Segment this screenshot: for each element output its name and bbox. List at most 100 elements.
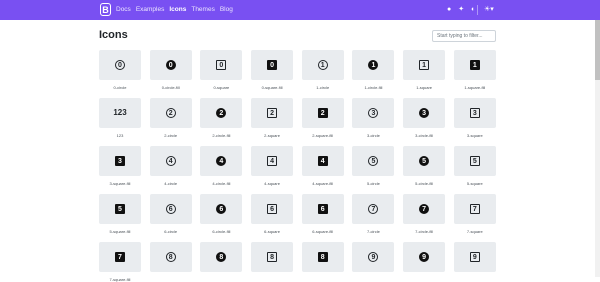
icon-tile[interactable]: 5 [352, 146, 395, 176]
twitter-icon[interactable]: ✦ [458, 5, 464, 15]
icon-card[interactable]: 4 4-square [251, 146, 294, 186]
theme-toggle[interactable]: ☀▾ [484, 5, 494, 15]
icon-tile[interactable]: 2 [301, 98, 344, 128]
icon-card[interactable]: 2 2-circle-fill [200, 98, 243, 138]
icon-card[interactable]: 6 6-circle [149, 194, 192, 234]
icon-tile[interactable]: 1 [301, 50, 344, 80]
icon-tile[interactable]: 7 [99, 242, 141, 272]
icon-card[interactable]: 7 7-circle [352, 194, 395, 234]
icon-tile[interactable]: 4 [251, 146, 294, 176]
icon-caption: 1-square-fill [464, 85, 486, 90]
opencollective-icon[interactable]: ◐ [471, 5, 475, 15]
icon-card[interactable]: 3 3-circle [352, 98, 395, 138]
icon-card[interactable]: 5 5-square-fill [99, 194, 141, 234]
icon-caption: 2-square-fill [312, 133, 334, 138]
icon-tile[interactable]: 0 [149, 50, 192, 80]
8-circle-icon: 8 [165, 252, 176, 262]
icon-tile[interactable]: 8 [301, 242, 344, 272]
icon-tile[interactable]: 2 [200, 98, 243, 128]
icon-tile[interactable]: 4 [301, 146, 344, 176]
icon-tile[interactable]: 9 [453, 242, 496, 272]
icon-card[interactable]: 1 1-circle [301, 50, 344, 90]
icon-card[interactable]: 1 1-square-fill [453, 50, 496, 90]
icon-tile[interactable]: 6 [301, 194, 344, 224]
icon-card[interactable]: 8 [301, 242, 344, 282]
icon-tile[interactable]: 0 [251, 50, 294, 80]
icon-card[interactable]: 1 1-circle-fill [352, 50, 395, 90]
icon-tile[interactable]: 123 [99, 98, 141, 128]
icon-tile[interactable]: 1 [352, 50, 395, 80]
icon-tile[interactable]: 5 [99, 194, 141, 224]
icon-card[interactable]: 0 0-circle [99, 50, 141, 90]
icon-tile[interactable]: 3 [403, 98, 446, 128]
nav-link-icons[interactable]: Icons [169, 4, 186, 16]
icon-card[interactable]: 123 123 [99, 98, 141, 138]
icon-tile[interactable]: 0 [200, 50, 243, 80]
icon-tile[interactable]: 2 [251, 98, 294, 128]
icon-card[interactable]: 2 2-circle [149, 98, 192, 138]
scrollbar-thumb[interactable] [595, 20, 600, 80]
icon-card[interactable]: 8 [251, 242, 294, 282]
nav-link-docs[interactable]: Docs [116, 4, 131, 16]
1-circle-fill-icon: 1 [368, 60, 379, 70]
icon-card[interactable]: 7 7-circle-fill [403, 194, 446, 234]
icon-caption: 6-square-fill [312, 229, 334, 234]
icon-tile[interactable]: 1 [403, 50, 446, 80]
icon-card[interactable]: 3 3-square-fill [99, 146, 141, 186]
icon-card[interactable]: 5 5-square [453, 146, 496, 186]
icon-card[interactable]: 2 2-square [251, 98, 294, 138]
icon-card[interactable]: 6 6-square [251, 194, 294, 234]
icon-card[interactable]: 0 0-square [200, 50, 243, 90]
icon-tile[interactable]: 1 [453, 50, 496, 80]
icon-card[interactable]: 4 4-circle [149, 146, 192, 186]
github-icon[interactable]: ● [447, 5, 451, 15]
icon-tile[interactable]: 2 [149, 98, 192, 128]
icon-tile[interactable]: 6 [200, 194, 243, 224]
icon-tile[interactable]: 7 [453, 194, 496, 224]
icon-card[interactable]: 5 5-circle [352, 146, 395, 186]
icon-card[interactable]: 6 6-circle-fill [200, 194, 243, 234]
icon-card[interactable]: 3 3-square [453, 98, 496, 138]
icon-card[interactable]: 8 [200, 242, 243, 282]
icon-tile[interactable]: 5 [453, 146, 496, 176]
icon-tile[interactable]: 3 [99, 146, 141, 176]
icon-tile[interactable]: 4 [149, 146, 192, 176]
nav-link-blog[interactable]: Blog [220, 4, 233, 16]
icon-tile[interactable]: 3 [352, 98, 395, 128]
icon-card[interactable]: 9 [352, 242, 395, 282]
9-square-icon: 9 [469, 252, 480, 262]
icon-card[interactable]: 4 4-circle-fill [200, 146, 243, 186]
icon-tile[interactable]: 8 [251, 242, 294, 272]
icon-card[interactable]: 2 2-square-fill [301, 98, 344, 138]
icon-tile[interactable]: 3 [453, 98, 496, 128]
brand-logo[interactable]: B [100, 3, 111, 16]
icon-card[interactable]: 5 5-circle-fill [403, 146, 446, 186]
5-circle-icon: 5 [368, 156, 379, 166]
icon-tile[interactable]: 9 [403, 242, 446, 272]
icon-card[interactable]: 3 3-circle-fill [403, 98, 446, 138]
icon-card[interactable]: 6 6-square-fill [301, 194, 344, 234]
icon-card[interactable]: 9 [403, 242, 446, 282]
icon-caption: 2-circle-fill [212, 133, 231, 138]
icon-tile[interactable]: 8 [149, 242, 192, 272]
nav-link-themes[interactable]: Themes [191, 4, 214, 16]
icon-tile[interactable]: 5 [403, 146, 446, 176]
icon-tile[interactable]: 0 [99, 50, 141, 80]
icon-tile[interactable]: 6 [149, 194, 192, 224]
icon-card[interactable]: 4 4-square-fill [301, 146, 344, 186]
icon-tile[interactable]: 4 [200, 146, 243, 176]
icon-card[interactable]: 0 0-circle-fill [149, 50, 192, 90]
icon-tile[interactable]: 7 [403, 194, 446, 224]
icon-card[interactable]: 1 1-square [403, 50, 446, 90]
icon-card[interactable]: 9 [453, 242, 496, 282]
icon-card[interactable]: 0 0-square-fill [251, 50, 294, 90]
icon-card[interactable]: 7 7-square [453, 194, 496, 234]
icon-search-input[interactable] [432, 30, 496, 42]
icon-tile[interactable]: 8 [200, 242, 243, 272]
icon-card[interactable]: 8 [149, 242, 192, 282]
icon-card[interactable]: 7 7-square-fill [99, 242, 141, 282]
icon-tile[interactable]: 6 [251, 194, 294, 224]
nav-link-examples[interactable]: Examples [136, 4, 165, 16]
icon-tile[interactable]: 7 [352, 194, 395, 224]
icon-tile[interactable]: 9 [352, 242, 395, 272]
